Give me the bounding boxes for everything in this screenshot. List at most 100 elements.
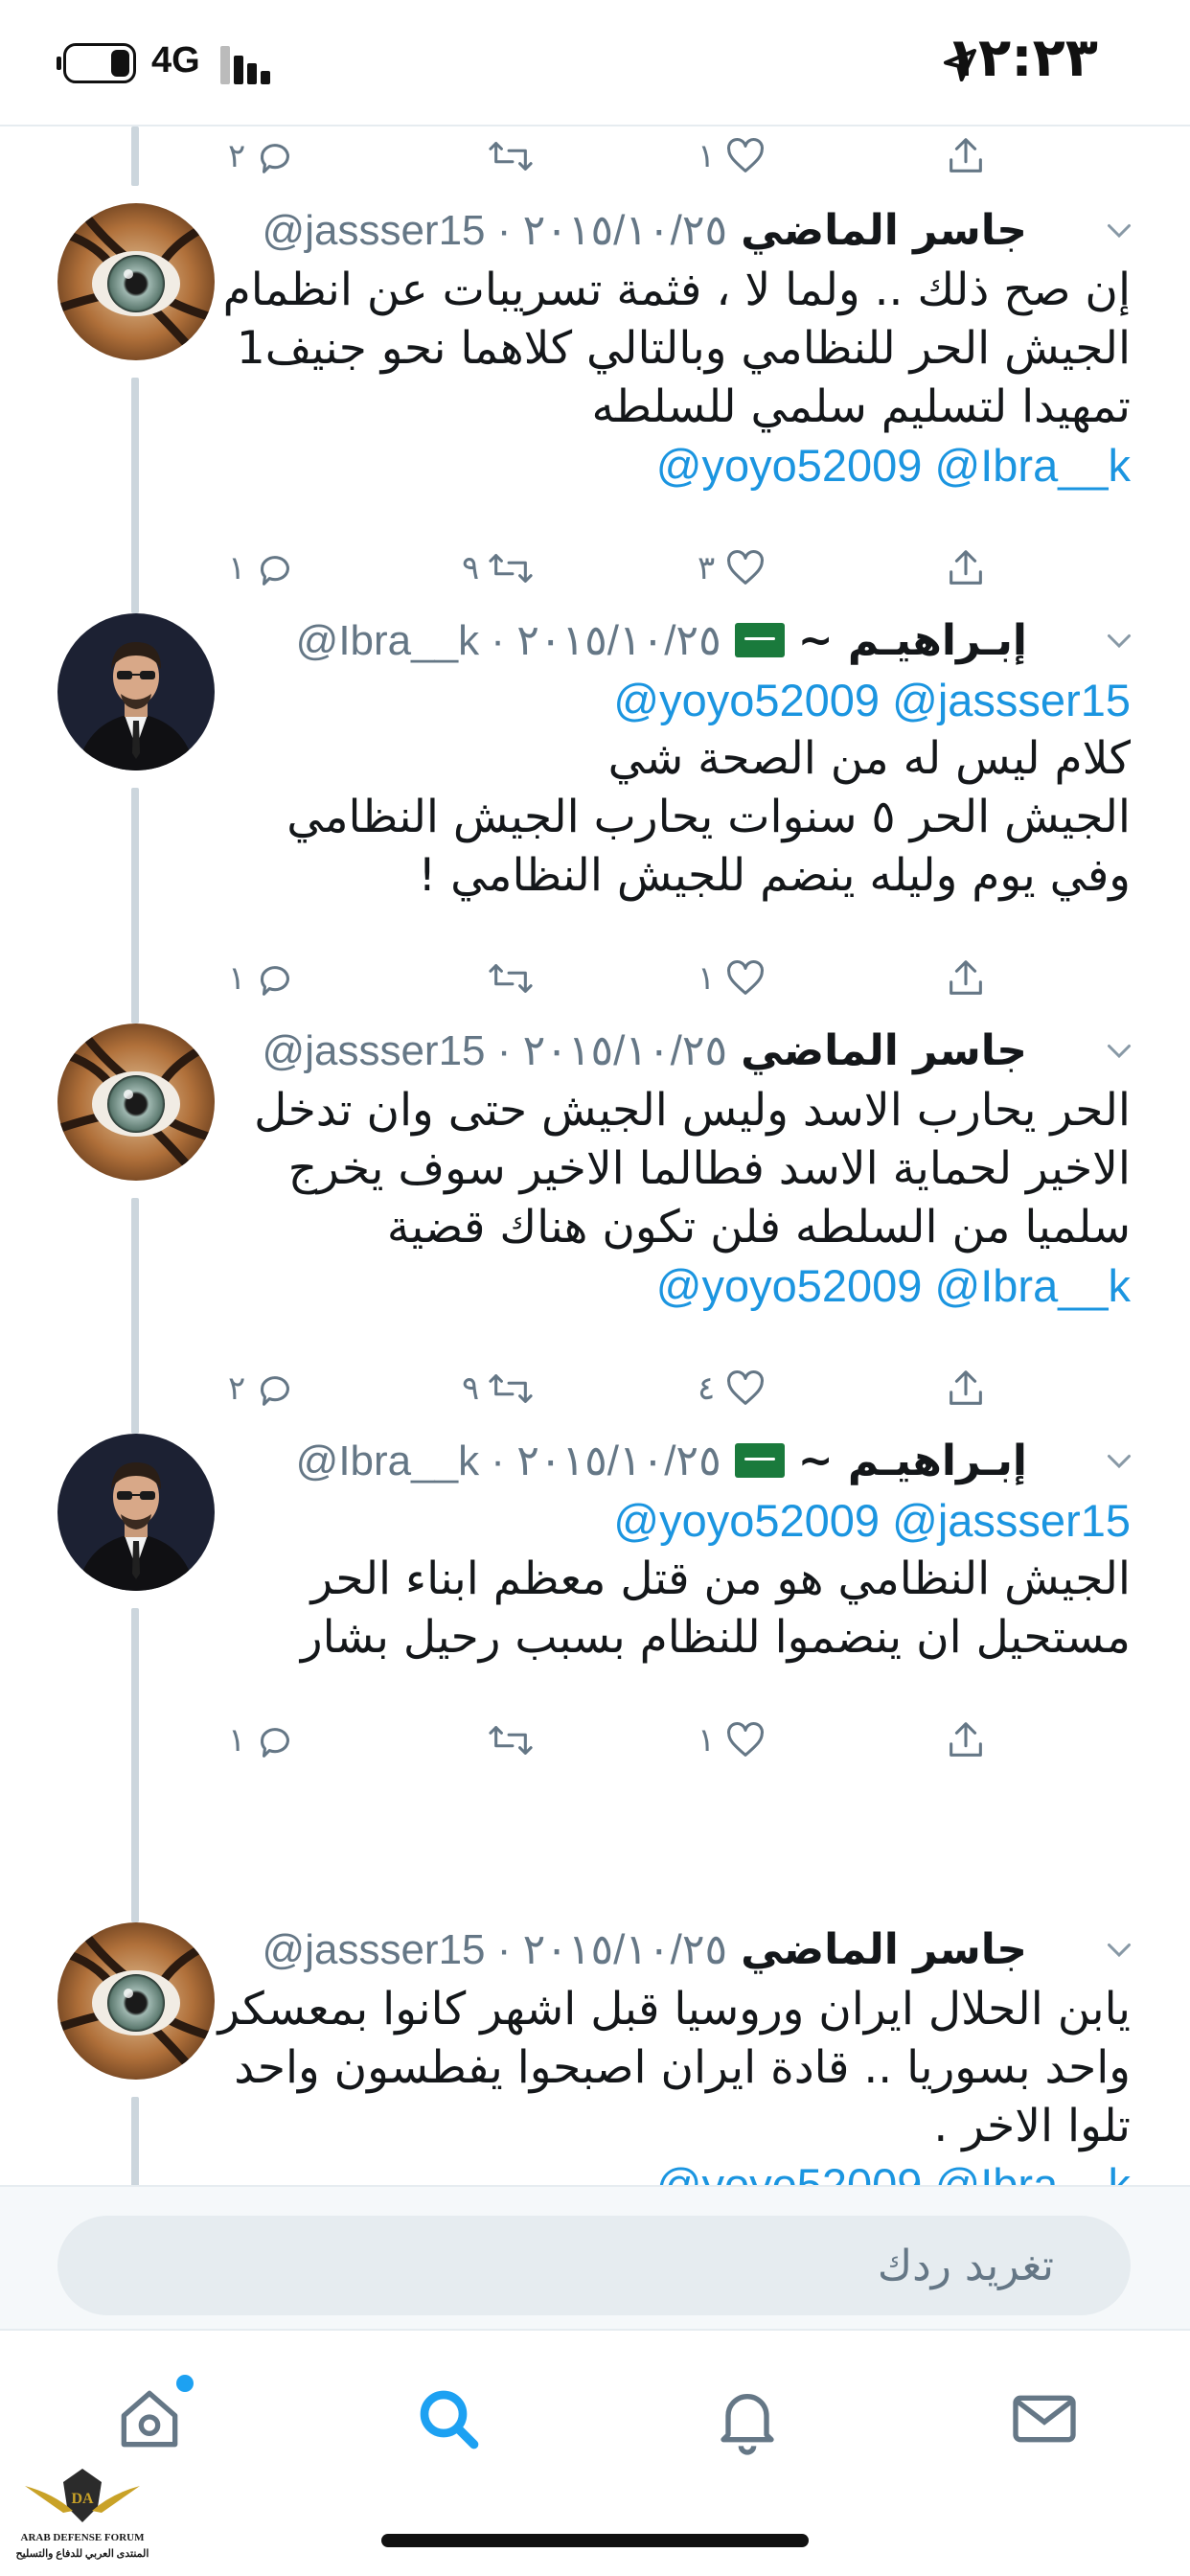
share-icon	[944, 1718, 988, 1762]
like-button[interactable]: ٤	[698, 1355, 768, 1422]
tweet-text-line: وفي يوم وليله ينضم للجيش النظامي !	[418, 849, 1131, 902]
tweet-text: إن صح ذلك .. ولما لا ، فثمة تسريبات عن ا…	[223, 261, 1131, 494]
retweet-icon	[487, 546, 535, 590]
share-button[interactable]	[944, 1355, 988, 1422]
tab-search[interactable]	[410, 2380, 487, 2457]
tweet-text-line: الجيش الحر للنظامي وبالتالي كلاهما نحو ج…	[236, 322, 1131, 375]
share-icon	[944, 134, 988, 178]
like-button[interactable]: ٣	[698, 535, 768, 602]
tab-messages[interactable]	[1006, 2380, 1083, 2457]
tweet-actions: ١١	[0, 1707, 1190, 1774]
display-name[interactable]: إبـراهيـم ~	[798, 616, 1027, 665]
share-button[interactable]	[944, 1707, 988, 1774]
tweet[interactable]: إبـراهيـم ~ @Ibra__k · ٢٠١٥/١٠/٢٥ @yoyo520…	[0, 1434, 1190, 1922]
retweet-button[interactable]: ٩	[462, 535, 535, 602]
share-button[interactable]	[944, 123, 988, 190]
svg-text:DA: DA	[71, 2491, 94, 2507]
tweet-text-line: واحد بسوريا .. قادة ايران اصبحوا يفطسون …	[234, 2041, 1131, 2094]
watermark-line-1: ARAB DEFENSE FORUM	[20, 2532, 145, 2543]
tweet-header: جاسر الماضي @jassser15 · ٢٠١٥/١٠/٢٥	[263, 1022, 1027, 1079]
reply-placeholder: تغريد ردك	[877, 2241, 1054, 2290]
reply-button[interactable]: ١	[228, 1707, 297, 1774]
reply-button[interactable]: ٢	[228, 123, 297, 190]
tweet-header: إبـراهيـم ~ @Ibra__k · ٢٠١٥/١٠/٢٥	[296, 611, 1027, 669]
heart-icon	[722, 1367, 768, 1411]
tweet-text: @yoyo52009 @jassser15 الجيش النظامي هو من…	[230, 1491, 1131, 1667]
display-name[interactable]: جاسر الماضي	[741, 1026, 1027, 1075]
handle-and-date: @jassser15 · ٢٠١٥/١٠/٢٥	[262, 206, 728, 254]
tweet[interactable]: إبـراهيـم ~ @Ibra__k · ٢٠١٥/١٠/٢٥ @yoyo520…	[0, 613, 1190, 1024]
tweet[interactable]: جاسر الماضي @jassser15 · ٢٠١٥/١٠/٢٥ الحر ي…	[0, 1024, 1190, 1434]
chevron-down-icon[interactable]	[1102, 213, 1136, 247]
signal-icon	[220, 46, 278, 84]
reply-to-mentions[interactable]: @yoyo52009 @jassser15	[230, 671, 1131, 729]
tweet-header: إبـراهيـم ~ @Ibra__k · ٢٠١٥/١٠/٢٥	[296, 1432, 1027, 1489]
conversation-timeline[interactable]: ٢ ١ جاسر الماضي @jassser15 · ٢٠١٥/١٠/٢٥ إن …	[0, 123, 1190, 2307]
share-button[interactable]	[944, 535, 988, 602]
reply-input[interactable]: تغريد ردك	[57, 2216, 1131, 2315]
man-in-suit-avatar[interactable]	[57, 1434, 215, 1591]
tiger-eye-avatar[interactable]	[57, 1024, 215, 1181]
watermark-logo: DA ARAB DEFENSE FORUM المنتدى العربي للد…	[6, 2465, 159, 2570]
mention-links[interactable]: @yoyo52009 @Ibra__k	[230, 436, 1131, 494]
reply-icon	[253, 956, 297, 1000]
tiger-eye-avatar[interactable]	[57, 1922, 215, 2080]
battery-icon	[57, 43, 136, 83]
chevron-down-icon[interactable]	[1102, 1932, 1136, 1966]
reply-button[interactable]: ١	[228, 945, 297, 1012]
reply-button[interactable]: ٢	[228, 1355, 297, 1422]
display-name[interactable]: إبـراهيـم ~	[798, 1437, 1027, 1485]
tweet-text: يابن الحلال ايران وروسيا قبل اشهر كانوا …	[217, 1980, 1131, 2214]
retweet-button[interactable]	[462, 123, 535, 190]
tweet-header: جاسر الماضي @jassser15 · ٢٠١٥/١٠/٢٥	[263, 201, 1027, 259]
reply-count: ١	[228, 549, 246, 587]
like-button[interactable]: ١	[698, 123, 768, 190]
tiger-eye-avatar[interactable]	[57, 203, 215, 360]
reply-to-mentions[interactable]: @yoyo52009 @jassser15	[230, 1491, 1131, 1550]
display-name[interactable]: جاسر الماضي	[741, 206, 1027, 255]
like-count: ١	[698, 137, 716, 175]
retweet-count: ٩	[462, 1369, 480, 1408]
mention-links[interactable]: @yoyo52009 @Ibra__k	[230, 1256, 1131, 1315]
tweet-text-line: تلوا الاخر .	[933, 2100, 1131, 2152]
handle-and-date: @jassser15 · ٢٠١٥/١٠/٢٥	[262, 1925, 728, 1973]
tweet-actions: ١ ٩ ٣	[0, 535, 1190, 602]
tweet-text-line: سلميا من السلطه فلن تكون هناك قضية	[386, 1201, 1131, 1254]
like-button[interactable]: ١	[698, 1707, 768, 1774]
reply-count: ٢	[228, 1369, 246, 1408]
retweet-icon	[487, 1367, 535, 1411]
tab-notifications[interactable]	[709, 2380, 786, 2457]
reply-composer: تغريد ردك	[0, 2185, 1190, 2329]
unread-dot	[176, 2375, 194, 2392]
chevron-down-icon[interactable]	[1102, 1443, 1136, 1478]
retweet-button[interactable]	[462, 1707, 535, 1774]
saudi-flag-icon	[734, 1443, 785, 1478]
saudi-flag-icon	[734, 623, 785, 657]
tweet[interactable]: جاسر الماضي @jassser15 · ٢٠١٥/١٠/٢٥ يابن ا…	[0, 1920, 1190, 2307]
display-name[interactable]: جاسر الماضي	[741, 1925, 1027, 1974]
like-button[interactable]: ١	[698, 945, 768, 1012]
tab-home[interactable]	[111, 2375, 194, 2457]
man-in-suit-avatar[interactable]	[57, 613, 215, 770]
tweet[interactable]: جاسر الماضي @jassser15 · ٢٠١٥/١٠/٢٥ إن صح …	[0, 203, 1190, 613]
tweet-text-line: الاخير لحماية الاسد فطالما الاخير سوف يخ…	[287, 1142, 1131, 1195]
retweet-icon	[487, 134, 535, 178]
tweet-text-line: مستحيل ان ينضموا للنظام بسبب رحيل بشار	[300, 1611, 1131, 1664]
tweet-text-line: الجيش الحر ٥ سنوات يحارب الجيش النظامي	[286, 791, 1131, 843]
tweet-text: @yoyo52009 @jassser15 كلام ليس له من الصح…	[230, 671, 1131, 905]
share-icon	[944, 1367, 988, 1411]
tweet-header: جاسر الماضي @jassser15 · ٢٠١٥/١٠/٢٥	[263, 1920, 1027, 1978]
like-count: ١	[698, 1721, 716, 1760]
retweet-button[interactable]	[462, 945, 535, 1012]
handle-and-date: @jassser15 · ٢٠١٥/١٠/٢٥	[262, 1026, 728, 1074]
chevron-down-icon[interactable]	[1102, 623, 1136, 657]
tweet-actions: ١١	[0, 945, 1190, 1012]
network-type: 4G	[151, 40, 200, 80]
heart-icon	[722, 134, 768, 178]
retweet-button[interactable]: ٩	[462, 1355, 535, 1422]
reply-count: ١	[228, 959, 246, 998]
share-button[interactable]	[944, 945, 988, 1012]
chevron-down-icon[interactable]	[1102, 1033, 1136, 1068]
share-icon	[944, 546, 988, 590]
reply-button[interactable]: ١	[228, 535, 297, 602]
